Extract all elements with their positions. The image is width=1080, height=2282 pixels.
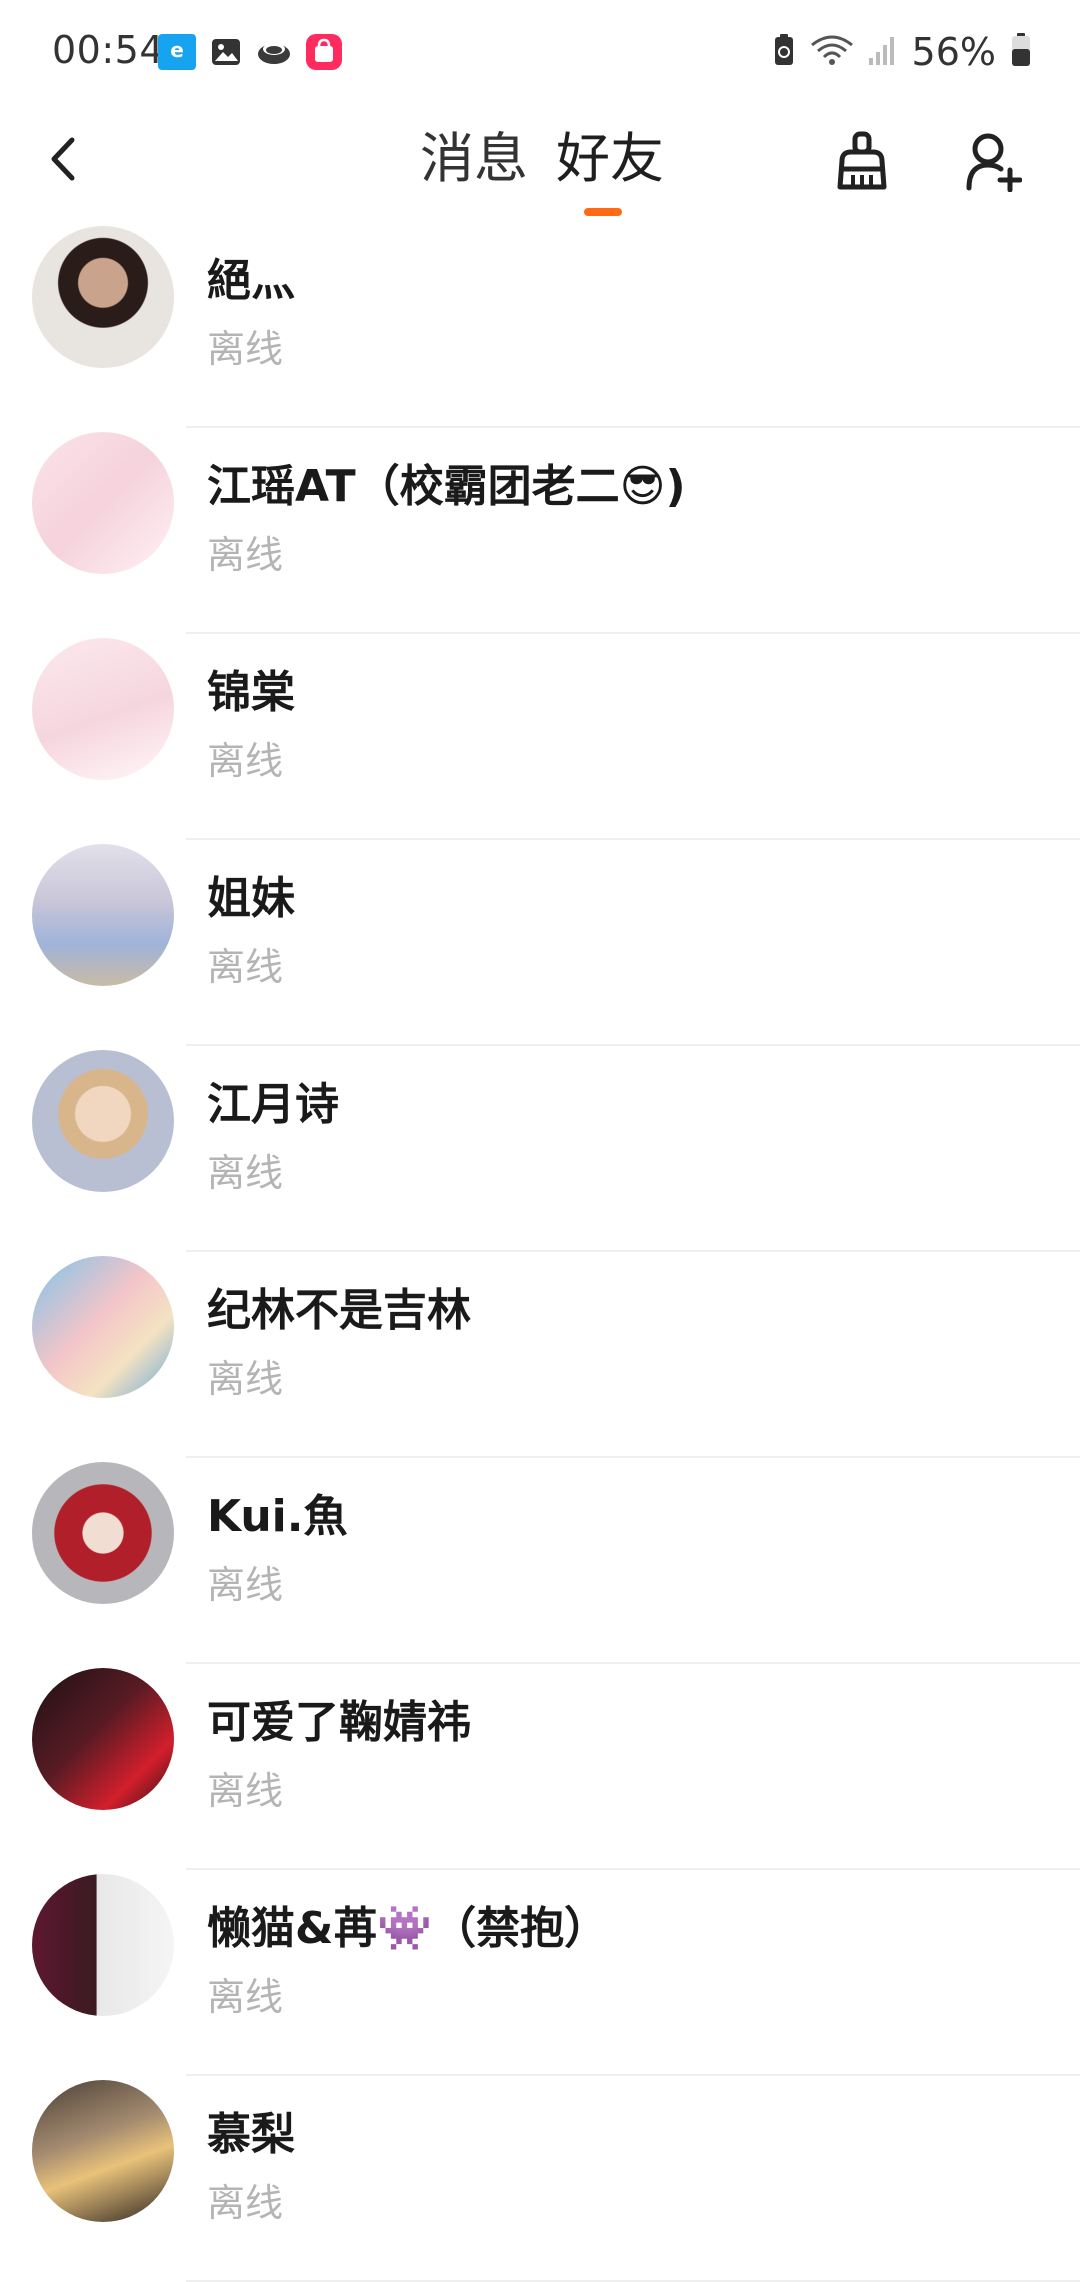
avatar[interactable] — [32, 844, 174, 986]
avatar[interactable] — [32, 1668, 174, 1810]
friend-name: 纪林不是吉林 — [207, 1285, 471, 1336]
friend-status: 离线 — [207, 1769, 284, 1813]
avatar[interactable] — [32, 1050, 174, 1192]
wifi-icon — [810, 33, 854, 71]
add-friend-button[interactable] — [954, 122, 1034, 202]
active-tab-indicator — [584, 208, 622, 216]
friend-status: 离线 — [207, 945, 284, 989]
friend-list-item[interactable]: 慕梨 离线 — [0, 2076, 1080, 2282]
friend-name: 可爱了鞠婧祎 — [207, 1697, 471, 1748]
signal-icon — [868, 34, 898, 70]
top-nav-bar: 消息 好友 — [0, 104, 1080, 222]
avatar[interactable] — [32, 226, 174, 368]
avatar[interactable] — [32, 432, 174, 574]
friend-list-item[interactable]: 姐妹 离线 — [0, 840, 1080, 1046]
tab-bar: 消息 好友 — [420, 114, 664, 204]
chevron-left-icon — [51, 137, 75, 181]
friend-name: 江月诗 — [207, 1079, 339, 1130]
avatar[interactable] — [32, 638, 174, 780]
battery-icon — [1010, 32, 1032, 72]
friend-status: 离线 — [207, 327, 284, 371]
friend-name: 慕梨 — [207, 2109, 295, 2160]
friend-list-item[interactable]: 可爱了鞠婧祎 离线 — [0, 1664, 1080, 1870]
friend-name: 江瑶AT（校霸团老二😎) — [207, 461, 686, 512]
svg-text:e: e — [170, 38, 184, 62]
add-user-icon — [966, 133, 1022, 192]
friend-status: 离线 — [207, 739, 284, 783]
friend-list-item[interactable]: 锦棠 离线 — [0, 634, 1080, 840]
gallery-icon — [210, 36, 242, 72]
friend-list: 絕灬 离线 江瑶AT（校霸团老二😎) 离线 锦棠 离线 姐妹 离线 江月诗 离线… — [0, 222, 1080, 2282]
friend-name: 姐妹 — [207, 873, 295, 924]
friend-list-item[interactable]: 纪林不是吉林 离线 — [0, 1252, 1080, 1458]
avatar[interactable] — [32, 1256, 174, 1398]
friend-status: 离线 — [207, 1563, 284, 1607]
friend-list-item[interactable]: 江瑶AT（校霸团老二😎) 离线 — [0, 428, 1080, 634]
friend-status: 离线 — [207, 1151, 284, 1195]
friend-status: 离线 — [207, 2181, 284, 2225]
tab-messages[interactable]: 消息 — [420, 114, 528, 204]
battery-percent: 56% — [911, 30, 996, 74]
friend-list-item[interactable]: 江月诗 离线 — [0, 1046, 1080, 1252]
friend-status: 离线 — [207, 1357, 284, 1401]
status-bar: 00:54 e 56% — [0, 0, 1080, 104]
friend-name: Kui.魚 — [207, 1491, 348, 1542]
eleme-app-icon: e — [158, 34, 196, 74]
system-icons: 56% — [772, 30, 1032, 74]
sprout-icon — [256, 36, 292, 72]
back-button[interactable] — [36, 124, 90, 194]
friend-list-item[interactable]: 懒猫&苒👾（禁抱） 离线 — [0, 1870, 1080, 2076]
friend-status: 离线 — [207, 533, 284, 577]
battery-saver-icon — [772, 33, 796, 71]
clean-icon — [837, 131, 887, 190]
friend-list-item[interactable]: 絕灬 离线 — [0, 222, 1080, 428]
friend-status: 离线 — [207, 1975, 284, 2019]
friend-name: 懒猫&苒👾（禁抱） — [207, 1903, 609, 1954]
status-time: 00:54 — [52, 28, 165, 72]
notification-icons: e — [158, 34, 342, 74]
clean-button[interactable] — [822, 122, 902, 202]
avatar[interactable] — [32, 1874, 174, 2016]
friend-list-item[interactable]: Kui.魚 离线 — [0, 1458, 1080, 1664]
tab-friends[interactable]: 好友 — [556, 114, 664, 204]
friend-name: 锦棠 — [207, 667, 295, 718]
friend-name: 絕灬 — [207, 255, 295, 306]
shopping-bag-icon — [306, 34, 342, 74]
avatar[interactable] — [32, 2080, 174, 2222]
avatar[interactable] — [32, 1462, 174, 1604]
